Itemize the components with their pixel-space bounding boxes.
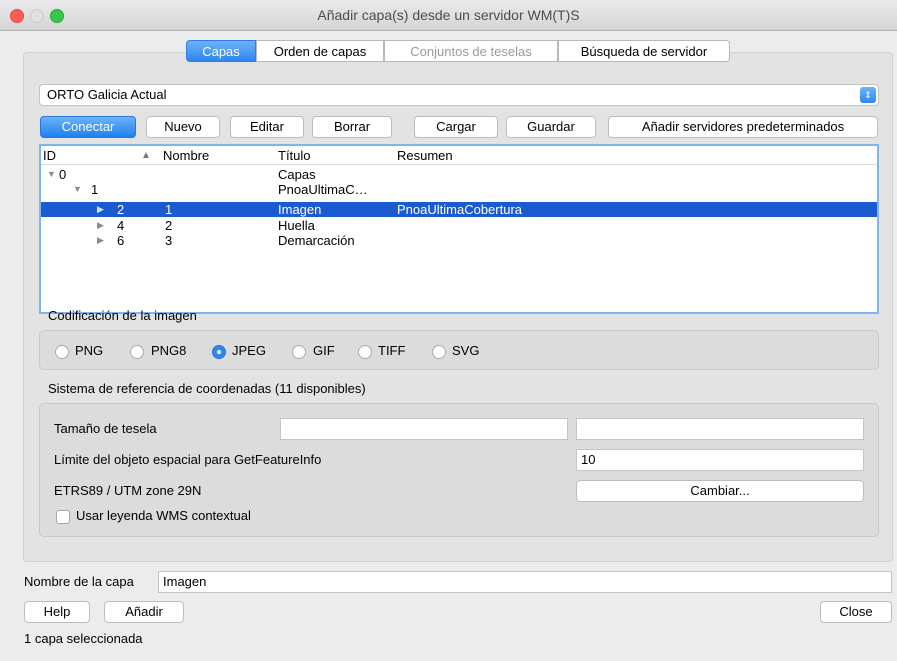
expanded-triangle-icon[interactable]: ▼ [73, 182, 82, 197]
contextual-legend-label[interactable]: Usar leyenda WMS contextual [76, 508, 251, 523]
collapsed-triangle-icon[interactable]: ▶ [97, 218, 104, 233]
add-button[interactable]: Añadir [104, 601, 184, 623]
edit-button[interactable]: Editar [230, 116, 304, 138]
tree-row[interactable]: ▼ 0 Capas [41, 167, 877, 182]
tree-row[interactable]: ▶ 4 2 Huella [41, 218, 877, 233]
layer-tree[interactable]: ID ▲ Nombre Título Resumen ▼ 0 Capas ▼ 1… [39, 144, 879, 314]
add-default-servers-button[interactable]: Añadir servidores predeterminados [608, 116, 878, 138]
encoding-group-label: Codificación de la imagen [48, 308, 197, 323]
chevron-updown-icon: ⇕ [860, 87, 876, 103]
tile-height-input[interactable] [576, 418, 864, 440]
radio-tiff[interactable] [358, 345, 372, 359]
tab-conjuntos-de-teselas: Conjuntos de teselas [384, 40, 558, 62]
row-title: Demarcación [278, 233, 355, 248]
row-name: 2 [165, 218, 173, 233]
radio-tiff-label[interactable]: TIFF [378, 343, 405, 358]
radio-svg-label[interactable]: SVG [452, 343, 479, 358]
radio-svg[interactable] [432, 345, 446, 359]
header-divider [41, 164, 877, 165]
radio-png8[interactable] [130, 345, 144, 359]
column-header-id[interactable]: ID [43, 148, 56, 163]
status-text: 1 capa seleccionada [24, 631, 143, 646]
row-title: Imagen [278, 202, 322, 217]
radio-png8-label[interactable]: PNG8 [151, 343, 186, 358]
tile-size-label: Tamaño de tesela [54, 421, 157, 436]
row-id: 6 [117, 233, 125, 248]
change-crs-button[interactable]: Cambiar... [576, 480, 864, 502]
tree-row-selected[interactable]: ▶ 2 1 Imagen PnoaUltimaCobertura [41, 202, 877, 217]
row-summary: PnoaUltimaCobertura [397, 202, 523, 217]
row-id: 1 [91, 182, 99, 197]
save-button[interactable]: Guardar [506, 116, 596, 138]
load-button[interactable]: Cargar [414, 116, 498, 138]
current-crs-label: ETRS89 / UTM zone 29N [54, 483, 202, 498]
collapsed-triangle-icon[interactable]: ▶ [97, 233, 104, 248]
contextual-legend-checkbox[interactable] [56, 510, 70, 524]
row-name: 1 [165, 202, 173, 217]
tab-busqueda-de-servidor[interactable]: Búsqueda de servidor [558, 40, 730, 62]
radio-jpeg-label[interactable]: JPEG [232, 343, 266, 358]
crs-group-label: Sistema de referencia de coordenadas (11… [48, 381, 366, 396]
collapsed-triangle-icon[interactable]: ▶ [97, 202, 104, 217]
connect-button[interactable]: Conectar [40, 116, 136, 138]
layer-name-input[interactable]: Imagen [158, 571, 892, 593]
row-id: 0 [59, 167, 67, 182]
column-header-summary[interactable]: Resumen [397, 148, 453, 163]
sort-ascending-icon: ▲ [141, 150, 151, 161]
tree-row[interactable]: ▼ 1 PnoaUltimaC… [41, 182, 877, 197]
column-header-title[interactable]: Título [278, 148, 311, 163]
radio-gif-label[interactable]: GIF [313, 343, 335, 358]
new-button[interactable]: Nuevo [146, 116, 220, 138]
row-name: 3 [165, 233, 173, 248]
tab-orden-de-capas[interactable]: Orden de capas [256, 40, 384, 62]
radio-png-label[interactable]: PNG [75, 343, 103, 358]
row-id: 2 [117, 202, 125, 217]
tile-width-input[interactable] [280, 418, 568, 440]
feature-limit-input[interactable]: 10 [576, 449, 864, 471]
row-title: Huella [278, 218, 315, 233]
radio-jpeg[interactable] [212, 345, 226, 359]
expanded-triangle-icon[interactable]: ▼ [47, 167, 56, 182]
radio-gif[interactable] [292, 345, 306, 359]
feature-limit-label: Límite del objeto espacial para GetFeatu… [54, 452, 322, 467]
window-title: Añadir capa(s) desde un servidor WM(T)S [317, 7, 580, 23]
tree-row[interactable]: ▶ 6 3 Demarcación [41, 233, 877, 248]
column-header-name[interactable]: Nombre [163, 148, 209, 163]
help-button[interactable]: Help [24, 601, 90, 623]
server-select-value: ORTO Galicia Actual [47, 87, 167, 102]
row-title: PnoaUltimaC… [278, 182, 368, 197]
radio-png[interactable] [55, 345, 69, 359]
delete-button[interactable]: Borrar [312, 116, 392, 138]
row-title: Capas [278, 167, 316, 182]
row-id: 4 [117, 218, 125, 233]
close-button[interactable]: Close [820, 601, 892, 623]
title-bar: Añadir capa(s) desde un servidor WM(T)S [0, 0, 897, 31]
tab-capas[interactable]: Capas [186, 40, 256, 62]
server-select[interactable]: ORTO Galicia Actual ⇕ [39, 84, 879, 106]
layer-name-label: Nombre de la capa [24, 574, 134, 589]
